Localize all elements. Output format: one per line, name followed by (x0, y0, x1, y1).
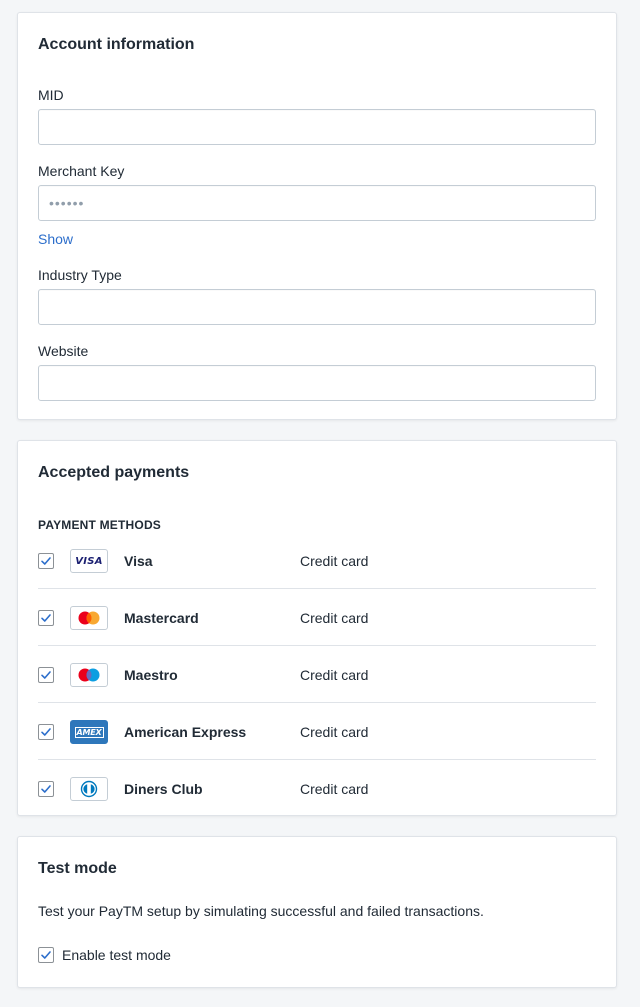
visa-checkbox[interactable] (38, 553, 54, 569)
diners-club-logo-icon (70, 777, 108, 801)
industry-type-label: Industry Type (38, 267, 122, 283)
visa-type: Credit card (300, 553, 369, 569)
checkmark-icon (41, 951, 51, 959)
maestro-logo-icon (70, 663, 108, 687)
test-mode-card: Test mode Test your PayTM setup by simul… (17, 836, 617, 988)
checkmark-icon (41, 557, 51, 565)
visa-name: Visa (124, 553, 153, 569)
website-input[interactable] (38, 365, 596, 401)
american-express-name: American Express (124, 724, 247, 740)
account-information-title: Account information (38, 36, 195, 53)
merchant-key-label: Merchant Key (38, 163, 125, 179)
visa-logo-text: VISA (75, 555, 103, 567)
mastercard-logo-icon (70, 606, 108, 630)
payment-method-row-american-express: AMEX American Express Credit card (38, 703, 596, 760)
payment-methods-caption: Payment methods (38, 518, 162, 532)
checkmark-icon (41, 785, 51, 793)
mastercard-checkbox[interactable] (38, 610, 54, 626)
payment-method-row-mastercard: Mastercard Credit card (38, 589, 596, 646)
visa-logo-icon: VISA (70, 549, 108, 573)
accepted-payments-card: Accepted payments Payment methods VISA V… (17, 440, 617, 816)
mid-input[interactable] (38, 109, 596, 145)
diners-club-name: Diners Club (124, 781, 203, 797)
american-express-type: Credit card (300, 724, 369, 740)
mastercard-name: Mastercard (124, 610, 199, 626)
merchant-key-input[interactable] (38, 185, 596, 221)
maestro-checkbox[interactable] (38, 667, 54, 683)
test-mode-description: Test your PayTM setup by simulating succ… (38, 903, 484, 919)
enable-test-mode-label[interactable]: Enable test mode (62, 947, 171, 963)
industry-type-input[interactable] (38, 289, 596, 325)
mastercard-type: Credit card (300, 610, 369, 626)
maestro-name: Maestro (124, 667, 178, 683)
mid-label: MID (38, 87, 64, 103)
accepted-payments-title: Accepted payments (38, 464, 190, 481)
payment-method-row-visa: VISA Visa Credit card (38, 532, 596, 589)
website-label: Website (38, 343, 89, 359)
payment-method-row-maestro: Maestro Credit card (38, 646, 596, 703)
payment-method-row-diners-club: Diners Club Credit card (38, 760, 596, 817)
amex-logo-text: AMEX (74, 726, 104, 738)
show-merchant-key-link[interactable]: Show (38, 231, 73, 247)
american-express-checkbox[interactable] (38, 724, 54, 740)
checkmark-icon (41, 671, 51, 679)
checkmark-icon (41, 728, 51, 736)
diners-club-checkbox[interactable] (38, 781, 54, 797)
account-information-card: Account information MID Merchant Key Sho… (17, 12, 617, 420)
test-mode-title: Test mode (38, 860, 117, 877)
enable-test-mode-checkbox[interactable] (38, 947, 54, 963)
maestro-type: Credit card (300, 667, 369, 683)
diners-club-type: Credit card (300, 781, 369, 797)
amex-logo-icon: AMEX (70, 720, 108, 744)
checkmark-icon (41, 614, 51, 622)
